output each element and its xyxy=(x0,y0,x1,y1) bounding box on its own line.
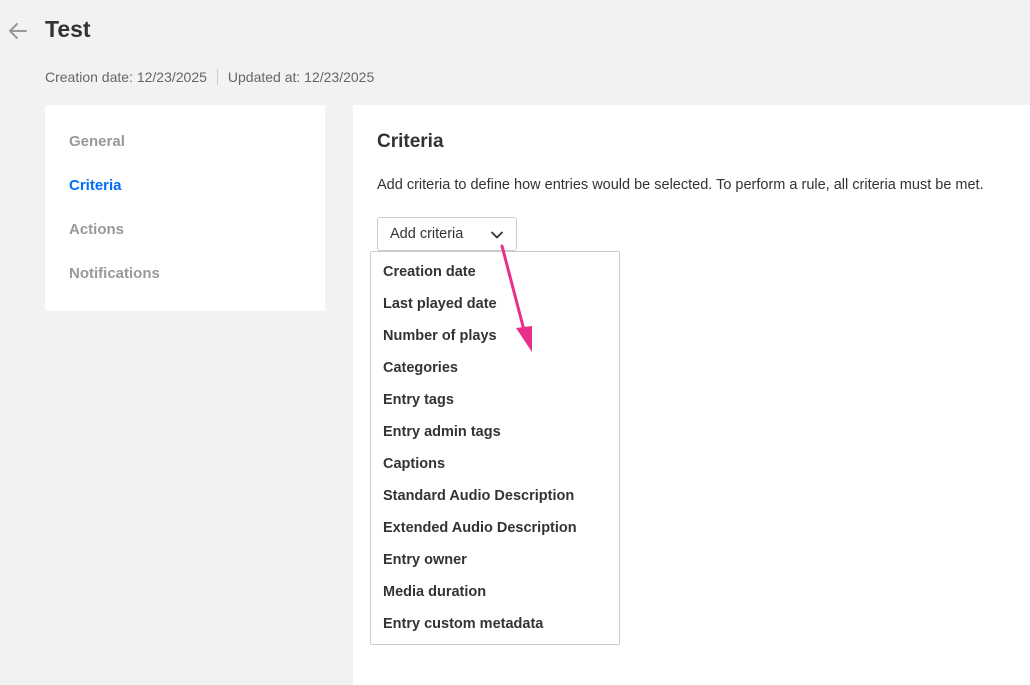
sidebar-item-actions[interactable]: Actions xyxy=(69,221,124,238)
meta-divider xyxy=(216,69,218,85)
creation-date: Creation date: 12/23/2025 xyxy=(45,69,207,85)
sidebar-item-general[interactable]: General xyxy=(69,133,125,150)
back-arrow-icon[interactable] xyxy=(8,22,28,40)
sidebar-item-notifications[interactable]: Notifications xyxy=(69,265,160,282)
menu-item-categories[interactable]: Categories xyxy=(383,360,458,376)
menu-item-last-played-date[interactable]: Last played date xyxy=(383,296,497,312)
menu-item-entry-admin-tags[interactable]: Entry admin tags xyxy=(383,424,501,440)
criteria-menu: Creation date Last played date Number of… xyxy=(370,251,620,645)
page-title: Test xyxy=(45,16,91,42)
menu-item-entry-tags[interactable]: Entry tags xyxy=(383,392,454,408)
section-title: Criteria xyxy=(377,131,444,152)
menu-item-creation-date[interactable]: Creation date xyxy=(383,264,476,280)
add-criteria-label: Add criteria xyxy=(390,226,464,242)
menu-item-captions[interactable]: Captions xyxy=(383,456,445,472)
section-description: Add criteria to define how entries would… xyxy=(377,177,984,193)
menu-item-extended-audio-description[interactable]: Extended Audio Description xyxy=(383,520,577,536)
updated-date: Updated at: 12/23/2025 xyxy=(227,69,375,85)
menu-item-media-duration[interactable]: Media duration xyxy=(383,584,486,600)
page-meta: Creation date: 12/23/2025 Updated at: 12… xyxy=(45,69,374,85)
chevron-down-icon xyxy=(491,231,503,239)
add-criteria-dropdown[interactable]: Add criteria xyxy=(377,217,517,251)
sidebar-item-criteria[interactable]: Criteria xyxy=(69,177,122,194)
menu-item-entry-owner[interactable]: Entry owner xyxy=(383,552,467,568)
menu-item-number-of-plays[interactable]: Number of plays xyxy=(383,328,497,344)
menu-item-entry-custom-metadata[interactable]: Entry custom metadata xyxy=(383,616,543,632)
menu-item-standard-audio-description[interactable]: Standard Audio Description xyxy=(383,488,574,504)
sidebar-nav: General Criteria Actions Notifications xyxy=(45,105,325,311)
criteria-panel: Criteria Add criteria to define how entr… xyxy=(353,105,1030,685)
